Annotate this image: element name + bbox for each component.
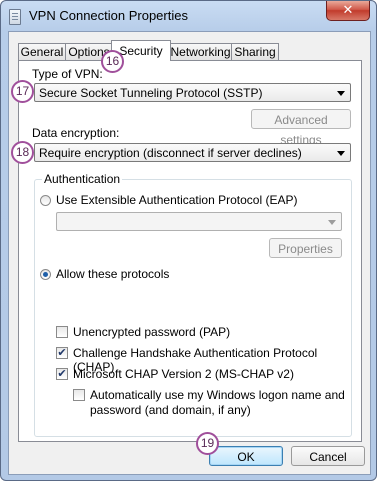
tab-general[interactable]: General <box>18 43 66 60</box>
chevron-down-icon <box>328 220 336 225</box>
checkmark-icon: ✔ <box>57 368 67 380</box>
callout-badge-ok: 19 <box>196 432 219 455</box>
pap-label: Unencrypted password (PAP) <box>73 325 231 339</box>
eap-radio-label: Use Extensible Authentication Protocol (… <box>56 193 298 207</box>
authentication-group-title: Authentication <box>42 172 123 186</box>
callout-badge-data-encryption: 18 <box>11 141 34 164</box>
pap-checkbox[interactable] <box>56 326 68 338</box>
data-encryption-select[interactable]: Require encryption (disconnect if server… <box>34 143 351 162</box>
autologon-checkbox[interactable] <box>73 389 85 401</box>
chevron-down-icon <box>337 151 345 156</box>
cancel-button[interactable]: Cancel <box>291 446 365 466</box>
data-encryption-label: Data encryption: <box>32 126 120 140</box>
vpn-properties-window: VPN Connection Properties ✕ General Opti… <box>0 0 377 481</box>
window-title: VPN Connection Properties <box>29 8 188 23</box>
close-button[interactable]: ✕ <box>326 1 370 21</box>
vpn-type-value: Secure Socket Tunneling Protocol (SSTP) <box>39 86 263 100</box>
advanced-settings-button[interactable]: Advanced settings <box>251 109 351 147</box>
allow-protocols-label: Allow these protocols <box>56 267 170 281</box>
dialog-body: General Options Security Networking Shar… <box>8 31 371 475</box>
allow-protocols-radio[interactable] <box>40 269 51 280</box>
callout-badge-security-tab: 16 <box>101 50 124 73</box>
chevron-down-icon <box>337 91 345 96</box>
eap-method-select[interactable] <box>56 212 342 231</box>
mschap-label: Microsoft CHAP Version 2 (MS-CHAP v2) <box>73 367 294 381</box>
ok-button[interactable]: OK <box>209 446 283 466</box>
vpn-type-label: Type of VPN: <box>32 67 103 81</box>
properties-button[interactable]: Properties <box>269 238 342 258</box>
checkmark-icon: ✔ <box>57 347 67 359</box>
eap-radio[interactable] <box>40 195 51 206</box>
data-encryption-value: Require encryption (disconnect if server… <box>39 146 302 160</box>
autologon-label-line1: Automatically use my Windows logon name … <box>90 388 345 402</box>
authentication-group: Authentication Use Extensible Authentica… <box>34 172 352 437</box>
callout-badge-vpn-type: 17 <box>11 80 34 103</box>
vpn-type-select[interactable]: Secure Socket Tunneling Protocol (SSTP) <box>34 83 351 102</box>
autologon-label-line2: password (and domain, if any) <box>90 403 251 417</box>
security-tab-panel: Type of VPN: Secure Socket Tunneling Pro… <box>18 60 362 442</box>
tab-sharing[interactable]: Sharing <box>231 43 279 60</box>
title-bar[interactable]: VPN Connection Properties ✕ <box>1 1 376 31</box>
mschap-checkbox[interactable]: ✔ <box>56 368 68 380</box>
chap-checkbox[interactable]: ✔ <box>56 347 68 359</box>
tab-networking[interactable]: Networking <box>169 43 232 60</box>
network-connection-icon <box>9 9 21 25</box>
